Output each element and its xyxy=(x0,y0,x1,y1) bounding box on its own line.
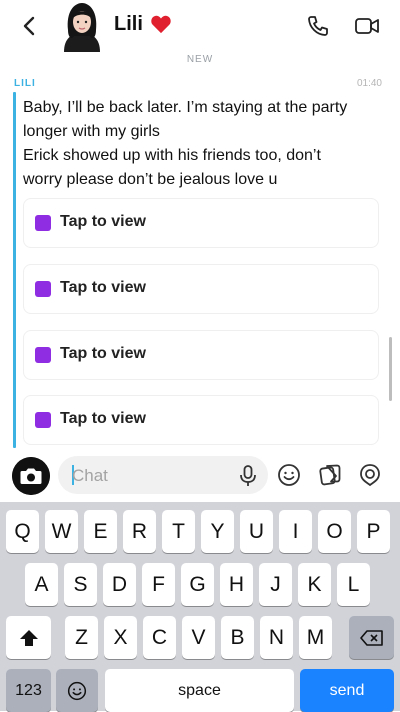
video-camera-icon[interactable] xyxy=(354,15,380,37)
key-w[interactable]: W xyxy=(45,510,78,553)
scrollbar[interactable] xyxy=(389,337,392,401)
key-g[interactable]: G xyxy=(181,563,214,606)
microphone-icon[interactable] xyxy=(238,464,258,488)
chevron-left-icon[interactable] xyxy=(18,14,42,38)
snap-label: Tap to view xyxy=(60,213,146,230)
sender-name: LILI xyxy=(14,78,36,89)
message-line: Baby, I’ll be back later. I’m staying at… xyxy=(23,99,348,116)
sticker-icon[interactable] xyxy=(318,463,342,487)
emoji-keyboard-key[interactable] xyxy=(56,669,98,712)
lens-icon[interactable] xyxy=(358,463,382,487)
key-j[interactable]: J xyxy=(259,563,292,606)
message-line: longer with my girls xyxy=(23,123,160,140)
phone-icon[interactable] xyxy=(306,14,330,38)
shift-key[interactable] xyxy=(6,616,51,659)
avatar[interactable] xyxy=(56,0,108,52)
snap-label: Tap to view xyxy=(60,345,146,362)
snap-label: Tap to view xyxy=(60,279,146,296)
key-n[interactable]: N xyxy=(260,616,293,659)
key-i[interactable]: I xyxy=(279,510,312,553)
backspace-icon xyxy=(359,629,383,646)
snap-tap-to-view[interactable]: Tap to view xyxy=(23,198,379,248)
key-l[interactable]: L xyxy=(337,563,370,606)
camera-icon[interactable] xyxy=(12,457,50,495)
shift-icon xyxy=(19,629,38,646)
key-c[interactable]: C xyxy=(143,616,176,659)
snap-label: Tap to view xyxy=(60,410,146,427)
key-r[interactable]: R xyxy=(123,510,156,553)
key-y[interactable]: Y xyxy=(201,510,234,553)
key-z[interactable]: Z xyxy=(65,616,98,659)
key-m[interactable]: M xyxy=(299,616,332,659)
snap-tap-to-view[interactable]: Tap to view xyxy=(23,395,379,445)
heart-icon xyxy=(151,15,171,34)
key-p[interactable]: P xyxy=(357,510,390,553)
message-text[interactable]: Baby, I’ll be back later. I’m staying at… xyxy=(23,96,383,192)
new-divider-label: NEW xyxy=(186,54,214,65)
chat-header: Lili xyxy=(0,0,400,53)
snap-tap-to-view[interactable]: Tap to view xyxy=(23,330,379,380)
message-line: Erick showed up with his friends too, do… xyxy=(23,147,321,164)
snap-icon xyxy=(35,412,51,428)
key-a[interactable]: A xyxy=(25,563,58,606)
message-time: 01:40 xyxy=(356,78,382,89)
key-o[interactable]: O xyxy=(318,510,351,553)
keyboard: Q W E R T Y U I O P A S D F G H J K L Z … xyxy=(0,502,400,712)
key-h[interactable]: H xyxy=(220,563,253,606)
space-key[interactable]: space xyxy=(105,669,294,712)
key-u[interactable]: U xyxy=(240,510,273,553)
snap-icon xyxy=(35,215,51,231)
key-s[interactable]: S xyxy=(64,563,97,606)
numbers-key[interactable]: 123 xyxy=(6,669,51,712)
snap-tap-to-view[interactable]: Tap to view xyxy=(23,264,379,314)
snap-icon xyxy=(35,347,51,363)
snap-icon xyxy=(35,281,51,297)
key-f[interactable]: F xyxy=(142,563,175,606)
key-t[interactable]: T xyxy=(162,510,195,553)
key-q[interactable]: Q xyxy=(6,510,39,553)
key-b[interactable]: B xyxy=(221,616,254,659)
chat-area[interactable]: NEW LILI 01:40 Baby, I’ll be back later.… xyxy=(0,52,400,450)
emoji-icon xyxy=(67,681,87,700)
emoji-icon[interactable] xyxy=(277,463,301,487)
backspace-key[interactable] xyxy=(349,616,394,659)
key-d[interactable]: D xyxy=(103,563,136,606)
message-thread-bar xyxy=(13,92,16,448)
send-key[interactable]: send xyxy=(300,669,394,712)
contact-name[interactable]: Lili xyxy=(114,13,143,36)
key-x[interactable]: X xyxy=(104,616,137,659)
key-e[interactable]: E xyxy=(84,510,117,553)
message-line: worry please don’t be jealous love u xyxy=(23,171,278,188)
key-k[interactable]: K xyxy=(298,563,331,606)
chat-placeholder: Chat xyxy=(72,466,108,485)
key-v[interactable]: V xyxy=(182,616,215,659)
